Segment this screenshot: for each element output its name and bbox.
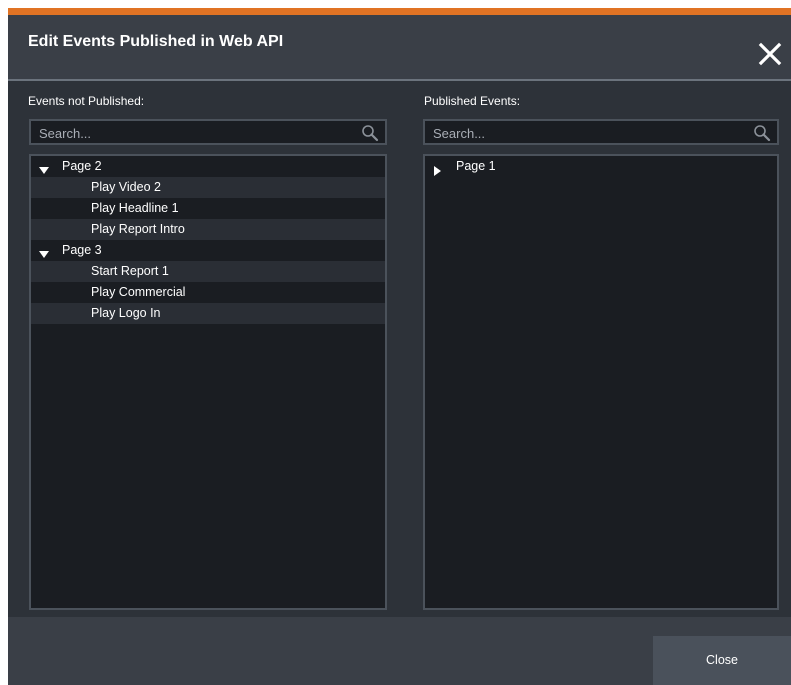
tree-item-label: Play Commercial (91, 285, 186, 299)
tree-group-row[interactable]: Page 2 (31, 156, 385, 177)
tree-group-row[interactable]: Page 3 (31, 240, 385, 261)
edit-events-dialog: Edit Events Published in Web API Events … (8, 8, 791, 685)
left-search-box (29, 119, 387, 145)
dialog-footer: Close (8, 617, 791, 685)
published-events-list[interactable]: Page 1 (423, 154, 779, 610)
search-icon[interactable] (753, 124, 771, 142)
collapse-triangle-icon[interactable] (39, 246, 49, 258)
tree-group-row[interactable]: Page 1 (425, 156, 777, 177)
tree-item-row[interactable]: Play Report Intro (31, 219, 385, 240)
tree-group-label: Page 1 (456, 159, 496, 173)
events-not-published-label: Events not Published: (28, 94, 145, 108)
published-events-label: Published Events: (424, 94, 521, 108)
close-icon[interactable] (757, 41, 783, 67)
tree-item-label: Start Report 1 (91, 264, 169, 278)
tree-item-row[interactable]: Play Video 2 (31, 177, 385, 198)
tree-group-label: Page 2 (62, 159, 102, 173)
tree-item-row[interactable]: Play Headline 1 (31, 198, 385, 219)
tree-item-label: Play Video 2 (91, 180, 161, 194)
tree-item-row[interactable]: Play Logo In (31, 303, 385, 324)
right-search-box (423, 119, 779, 145)
tree-item-label: Play Headline 1 (91, 201, 179, 215)
tree-item-label: Play Report Intro (91, 222, 185, 236)
search-icon[interactable] (361, 124, 379, 142)
collapse-triangle-icon[interactable] (39, 162, 49, 174)
unpublished-events-list[interactable]: Page 2 Play Video 2 Play Headline 1 Play Re… (29, 154, 387, 610)
tree-item-row[interactable]: Start Report 1 (31, 261, 385, 282)
tree-item-row[interactable]: Play Commercial (31, 282, 385, 303)
tree-group-label: Page 3 (62, 243, 102, 257)
dialog-title: Edit Events Published in Web API (28, 33, 284, 50)
tree-item-label: Play Logo In (91, 306, 161, 320)
close-button[interactable]: Close (653, 636, 791, 685)
expand-triangle-icon[interactable] (433, 162, 443, 176)
header-divider (8, 79, 791, 81)
accent-bar (8, 8, 791, 15)
left-search-input[interactable] (39, 124, 339, 142)
right-search-input[interactable] (433, 124, 733, 142)
